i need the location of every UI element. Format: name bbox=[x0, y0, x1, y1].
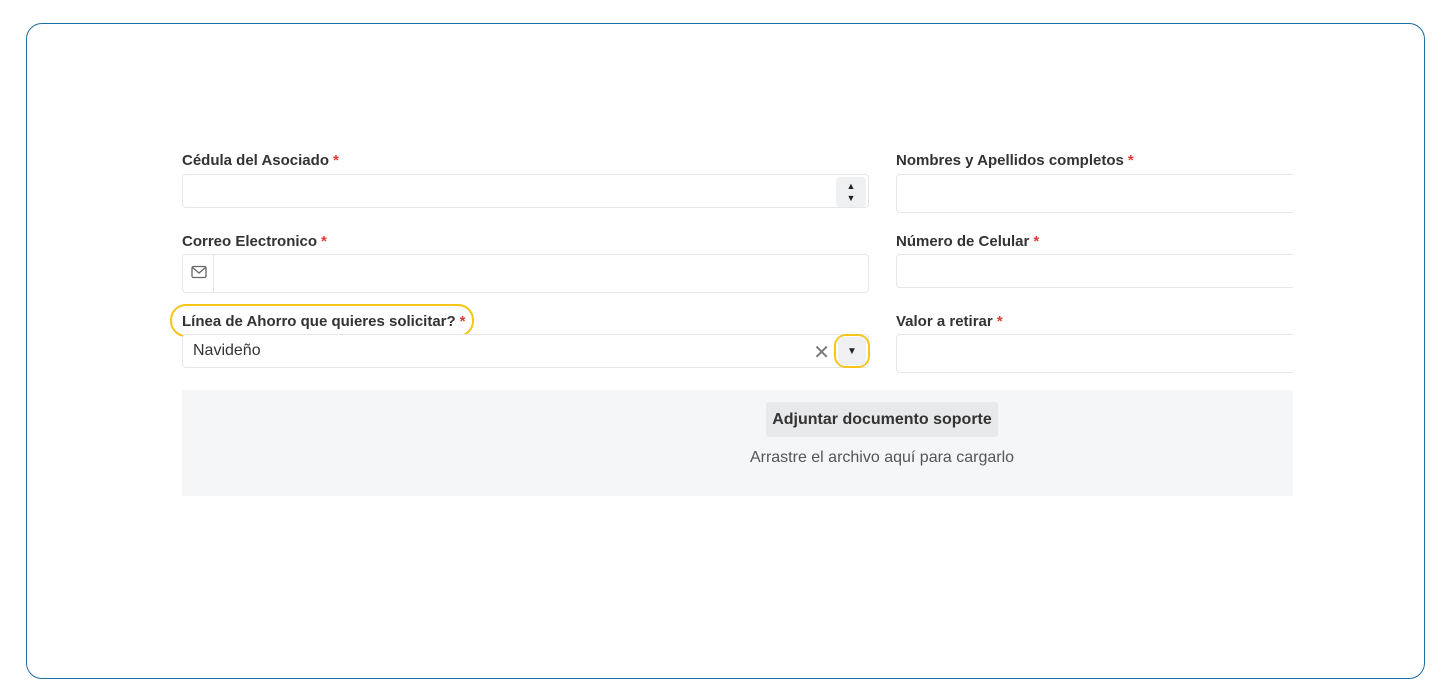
mail-icon bbox=[191, 265, 207, 279]
required-marker: * bbox=[321, 233, 327, 250]
dropzone-hint: Arrastre el archivo aquí para cargarlo bbox=[749, 449, 1015, 466]
valor-input[interactable] bbox=[896, 334, 1293, 373]
correo-input[interactable] bbox=[182, 254, 869, 293]
celular-label: Número de Celular * bbox=[896, 233, 1040, 250]
spinner-down-icon[interactable]: ▼ bbox=[847, 192, 856, 204]
correo-label: Correo Electronico * bbox=[182, 233, 327, 250]
clear-icon[interactable]: ✕ bbox=[813, 340, 830, 365]
required-marker: * bbox=[996, 313, 1003, 330]
valor-label: Valor a retirar * bbox=[896, 313, 1003, 330]
linea-label: Línea de Ahorro que quieres solicitar? * bbox=[182, 313, 466, 330]
linea-selected-value: Navideño bbox=[193, 342, 261, 359]
required-marker: * bbox=[459, 313, 466, 330]
attach-document-button[interactable]: Adjuntar documento soporte bbox=[766, 402, 998, 437]
nombres-label: Nombres y Apellidos completos * bbox=[896, 152, 1134, 169]
chevron-down-icon: ▼ bbox=[847, 345, 857, 357]
file-dropzone[interactable] bbox=[182, 390, 1293, 496]
required-marker: * bbox=[1127, 152, 1134, 169]
cedula-label: Cédula del Asociado * bbox=[182, 152, 339, 169]
dropdown-toggle-button[interactable]: ▼ bbox=[834, 334, 870, 368]
required-marker: * bbox=[1033, 233, 1040, 250]
linea-select[interactable]: Navideño ✕ ▼ bbox=[182, 334, 870, 368]
nombres-input[interactable] bbox=[896, 174, 1293, 213]
cedula-input[interactable]: ▲ ▼ bbox=[182, 174, 869, 208]
spinner-up-icon[interactable]: ▲ bbox=[847, 180, 856, 192]
celular-input[interactable] bbox=[896, 254, 1293, 288]
required-marker: * bbox=[332, 152, 339, 169]
input-addon-divider bbox=[213, 255, 214, 292]
number-spinner[interactable]: ▲ ▼ bbox=[836, 177, 866, 207]
